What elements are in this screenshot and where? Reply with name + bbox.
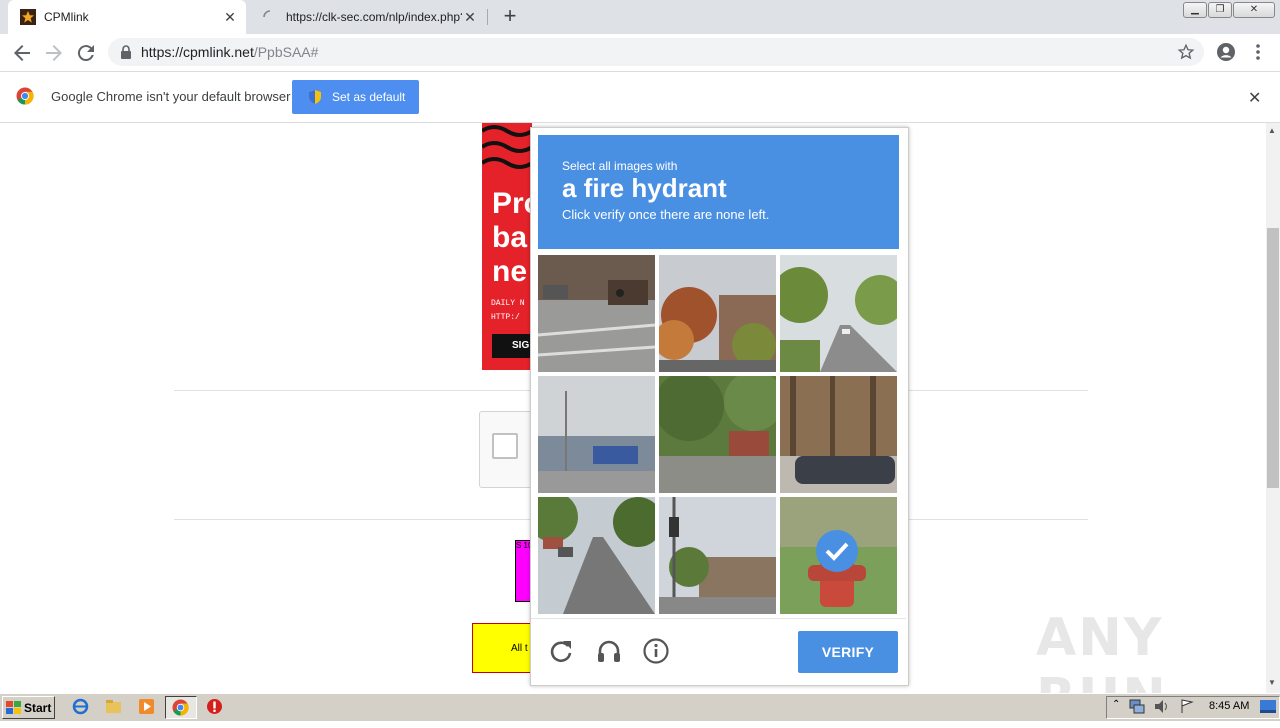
infobar-close-icon[interactable]: ✕ xyxy=(1248,88,1261,108)
start-label: Start xyxy=(24,700,52,715)
menu-button[interactable] xyxy=(1250,42,1266,62)
kebab-menu-icon xyxy=(1256,44,1260,60)
captcha-hint: Click verify once there are none left. xyxy=(562,207,770,222)
captcha-tile-2[interactable] xyxy=(659,255,776,372)
infobar-message: Google Chrome isn't your default browser xyxy=(51,89,291,104)
url-text: https://cpmlink.net/PpbSAA# xyxy=(141,44,318,60)
taskbar-clock[interactable]: 8:45 AM xyxy=(1209,700,1249,712)
captcha-tile-7[interactable] xyxy=(538,497,655,614)
reload-icon xyxy=(77,45,94,62)
taskbar-chrome-button[interactable] xyxy=(165,696,197,719)
bookmark-star-icon[interactable] xyxy=(1177,43,1195,61)
back-button[interactable] xyxy=(10,41,34,65)
url-path: /PpbSAA# xyxy=(253,44,319,60)
tab-clk-sec[interactable]: https://clk-sec.com/nlp/index.php?a ✕ xyxy=(250,0,486,34)
reload-button[interactable] xyxy=(74,41,98,65)
ad-small-line: HTTP:/ xyxy=(491,313,520,322)
scrollbar-thumb[interactable] xyxy=(1267,228,1279,488)
captcha-tile-5[interactable] xyxy=(659,376,776,493)
street-lamp-image xyxy=(538,376,655,493)
selected-checkmark-icon xyxy=(816,530,858,572)
windows-logo-icon xyxy=(6,700,21,714)
ad-signup-button[interactable]: SIG xyxy=(492,334,532,358)
chrome-logo-icon xyxy=(16,87,34,105)
tray-expand-icon[interactable]: ⌃ xyxy=(1112,699,1120,710)
shield-icon xyxy=(309,90,321,104)
tab-cpmlink[interactable]: CPMlink ✕ xyxy=(8,0,246,34)
new-tab-button[interactable]: + xyxy=(498,5,522,29)
tab-divider xyxy=(487,9,488,25)
stop-sign-icon[interactable] xyxy=(206,698,223,715)
tab-close-icon[interactable]: ✕ xyxy=(462,9,478,25)
tree-lined-road-image xyxy=(780,255,897,372)
start-button[interactable]: Start xyxy=(2,696,55,719)
action-center-flag-icon[interactable] xyxy=(1179,699,1195,714)
back-arrow-icon xyxy=(14,45,30,61)
captcha-tile-8[interactable] xyxy=(659,497,776,614)
scroll-up-arrow-icon[interactable]: ▲ xyxy=(1268,126,1276,135)
minimize-button[interactable]: ▁ xyxy=(1183,2,1207,18)
info-icon[interactable] xyxy=(643,638,669,664)
lock-icon xyxy=(121,45,131,59)
forward-arrow-icon xyxy=(46,45,62,61)
ad-small-line: DAILY N xyxy=(491,299,525,308)
url-host: https://cpmlink.net xyxy=(141,44,254,60)
media-player-icon[interactable] xyxy=(138,698,155,715)
captcha-target: a fire hydrant xyxy=(562,173,727,203)
intersection-image xyxy=(659,497,776,614)
street-crossing-image xyxy=(538,255,655,372)
star-favicon-icon xyxy=(20,9,36,25)
captcha-tile-3[interactable] xyxy=(780,255,897,372)
captcha-instruction: Select all images with xyxy=(562,159,678,173)
profile-icon[interactable] xyxy=(1216,42,1236,62)
refresh-icon[interactable] xyxy=(548,638,574,664)
ad-wave-graphic xyxy=(482,125,532,169)
close-window-button[interactable]: ✕ xyxy=(1233,2,1275,18)
set-as-default-button[interactable]: Set as default xyxy=(292,80,419,114)
ad-small-text: DAILY N HTTP:/ xyxy=(491,297,525,325)
captcha-tile-6[interactable] xyxy=(780,376,897,493)
file-explorer-icon[interactable] xyxy=(105,698,122,715)
residential-street-image xyxy=(538,497,655,614)
tab-title: CPMlink xyxy=(44,10,89,24)
volume-icon[interactable] xyxy=(1154,699,1170,714)
captcha-footer-divider xyxy=(531,618,906,619)
captcha-tile-1[interactable] xyxy=(538,255,655,372)
autumn-trees-image xyxy=(659,255,776,372)
show-desktop-icon[interactable] xyxy=(1260,700,1276,713)
captcha-tile-4[interactable] xyxy=(538,376,655,493)
tab-close-icon[interactable]: ✕ xyxy=(222,9,238,25)
recaptcha-checkbox[interactable] xyxy=(492,433,518,459)
audio-headphones-icon[interactable] xyxy=(596,638,622,664)
chrome-icon xyxy=(172,699,189,716)
parked-car-image xyxy=(780,376,897,493)
network-icon[interactable] xyxy=(1129,699,1145,714)
set-as-default-label: Set as default xyxy=(332,90,406,104)
restore-button[interactable]: ❐ xyxy=(1208,2,1232,18)
verify-button[interactable]: VERIFY xyxy=(798,631,898,673)
internet-explorer-icon[interactable] xyxy=(72,698,89,715)
loading-spinner-icon xyxy=(263,10,271,18)
trees-house-image xyxy=(659,376,776,493)
forward-button[interactable] xyxy=(42,41,66,65)
tab-title: https://clk-sec.com/nlp/index.php?a xyxy=(286,10,462,24)
